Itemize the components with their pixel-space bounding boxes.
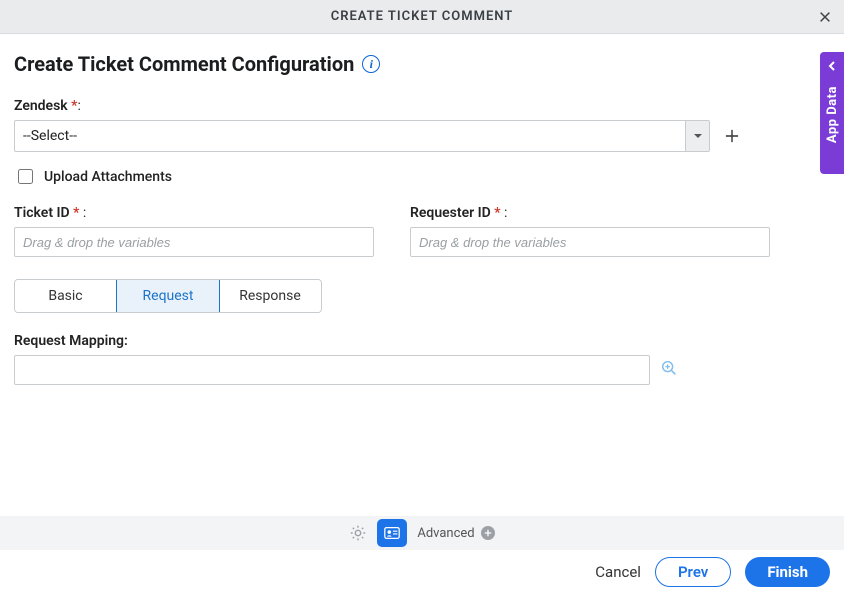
tab-response[interactable]: Response	[219, 280, 321, 312]
zendesk-select-toggle[interactable]	[685, 121, 709, 151]
ticket-id-colon: :	[79, 205, 86, 221]
zendesk-colon: :	[77, 98, 80, 114]
close-icon	[818, 10, 832, 24]
page-title: Create Ticket Comment Configuration	[14, 52, 354, 76]
prev-button[interactable]: Prev	[655, 557, 731, 587]
mapping-zoom-button[interactable]	[660, 359, 678, 381]
gear-icon	[349, 524, 367, 542]
add-zendesk-button[interactable]	[720, 124, 744, 148]
ticket-id-label: Ticket ID	[14, 205, 70, 221]
tabstrip: Basic Request Response	[14, 279, 322, 313]
chevron-down-icon	[693, 131, 703, 141]
request-mapping-label: Request Mapping:	[14, 333, 830, 349]
zendesk-select[interactable]: --Select--	[14, 120, 710, 152]
app-data-panel-label: App Data	[825, 86, 840, 143]
plus-icon	[725, 129, 739, 143]
zendesk-select-value: --Select--	[15, 128, 685, 144]
settings-button[interactable]	[349, 524, 367, 542]
tab-request[interactable]: Request	[116, 279, 220, 313]
close-button[interactable]	[814, 6, 836, 28]
finish-button[interactable]: Finish	[745, 557, 830, 587]
chevron-left-icon	[826, 60, 838, 72]
magnifier-icon	[660, 359, 678, 377]
identity-card-icon	[383, 524, 401, 542]
ticket-id-input[interactable]	[14, 227, 374, 257]
identity-card-button[interactable]	[377, 519, 407, 547]
upload-attachments-label: Upload Attachments	[44, 169, 172, 185]
upload-attachments-checkbox[interactable]	[18, 169, 33, 184]
plus-icon	[484, 529, 492, 537]
footer: Cancel Prev Finish	[0, 550, 844, 594]
requester-id-label: Requester ID	[410, 205, 491, 221]
requester-id-input[interactable]	[410, 227, 770, 257]
app-data-panel-toggle[interactable]: App Data	[820, 52, 844, 174]
info-icon[interactable]: i	[362, 55, 380, 73]
dialog-title: CREATE TICKET COMMENT	[331, 9, 514, 24]
request-mapping-input[interactable]	[14, 355, 650, 385]
advanced-add-button[interactable]	[481, 526, 495, 540]
bottom-toolbar: Advanced	[0, 516, 844, 550]
cancel-button[interactable]: Cancel	[595, 563, 641, 581]
zendesk-label: Zendesk	[14, 98, 68, 114]
titlebar: CREATE TICKET COMMENT	[0, 0, 844, 34]
tab-basic[interactable]: Basic	[15, 280, 117, 312]
requester-id-colon: :	[501, 205, 508, 221]
advanced-label: Advanced	[417, 526, 474, 541]
